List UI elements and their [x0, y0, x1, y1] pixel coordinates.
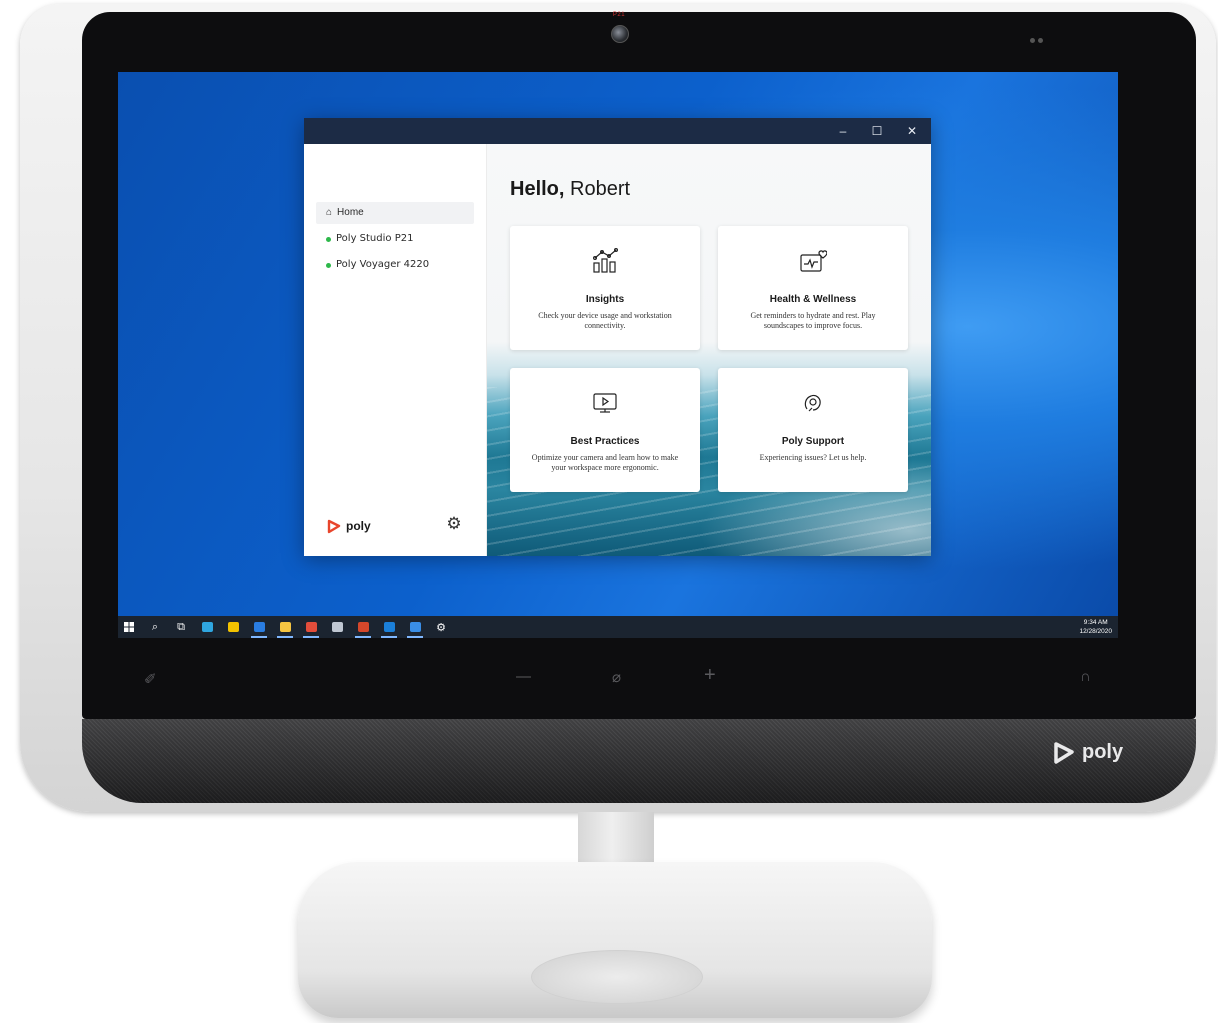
card-title: Health & Wellness [769, 294, 857, 305]
explorer-icon[interactable] [274, 616, 296, 638]
card-title: Insights [585, 294, 625, 305]
settings-icon[interactable]: ⚙ [430, 616, 452, 638]
headset-button-icon[interactable]: ∩ [1080, 668, 1091, 685]
rocket-button-icon[interactable]: ✐ [144, 670, 157, 688]
card-description: Optimize your camera and learn how to ma… [531, 453, 679, 472]
gear-icon[interactable]: ⚙ [444, 514, 464, 534]
mic-mute-button-icon[interactable]: ⌀ [612, 668, 621, 686]
camera-label: P21 [612, 12, 626, 18]
heart-monitor-icon [800, 250, 827, 272]
card-description: Experiencing issues? Let us help. [759, 453, 867, 462]
desktop-screen: – ☐ ✕ ⌂ Home Poly Studio P21 Poly Voyage… [118, 72, 1118, 638]
greeting-name: Robert [564, 178, 631, 200]
poly-logo-icon [1054, 742, 1074, 764]
windows-start-icon[interactable] [118, 616, 140, 638]
taskbar: ⌕ ⧉ ⚙ 9:34 AM 12/28/2020 [118, 616, 1118, 638]
card-best-practices[interactable]: Best Practices Optimize your camera and … [510, 368, 700, 492]
device-brand-text: poly [1082, 740, 1124, 763]
card-insights[interactable]: Insights Check your device usage and wor… [510, 226, 700, 350]
camera-icon [611, 25, 629, 43]
insights-chart-icon [592, 248, 619, 273]
search-icon[interactable]: ⌕ [144, 616, 166, 638]
app-icon[interactable] [326, 616, 348, 638]
window-titlebar[interactable]: – ☐ ✕ [304, 118, 931, 144]
support-icon [804, 394, 821, 412]
store-icon[interactable] [222, 616, 244, 638]
card-title: Best Practices [570, 436, 640, 447]
edge-icon[interactable] [196, 616, 218, 638]
sidebar-item-poly-voyager-4220[interactable]: Poly Voyager 4220 [316, 254, 474, 276]
card-title: Poly Support [781, 436, 845, 447]
stand-speaker-dome [531, 950, 703, 1004]
taskbar-clock[interactable]: 9:34 AM 12/28/2020 [1079, 618, 1112, 636]
status-online-icon [326, 262, 331, 268]
sidebar-item-label: Poly Studio P21 [336, 233, 414, 244]
close-button[interactable]: ✕ [903, 123, 921, 139]
photos-icon[interactable] [404, 616, 426, 638]
main-content: Hello, Robert Insights Check your device… [487, 144, 931, 556]
home-icon: ⌂ [326, 207, 333, 218]
speaker-grille [82, 719, 1196, 803]
card-poly-support[interactable]: Poly Support Experiencing issues? Let us… [718, 368, 908, 492]
maximize-button[interactable]: ☐ [868, 123, 886, 139]
card-description: Check your device usage and workstation … [538, 311, 672, 330]
taskbar-time: 9:34 AM [1083, 619, 1108, 626]
powerpoint-icon[interactable] [352, 616, 374, 638]
outlook-icon[interactable] [248, 616, 270, 638]
poly-logo: poly [326, 518, 371, 534]
photoshop-icon[interactable] [378, 616, 400, 638]
card-description: Get reminders to hydrate and rest. Play … [750, 311, 876, 330]
chrome-icon[interactable] [300, 616, 322, 638]
minimize-button[interactable]: – [834, 123, 852, 139]
card-health-wellness[interactable]: Health & Wellness Get reminders to hydra… [718, 226, 908, 350]
task-view-icon[interactable]: ⧉ [170, 616, 192, 638]
sidebar-item-label: Home [337, 207, 364, 218]
page-title: Hello, Robert [510, 178, 630, 201]
device-brand-logo: poly [1052, 740, 1123, 764]
sidebar-item-poly-studio-p21[interactable]: Poly Studio P21 [316, 228, 474, 250]
sidebar-item-label: Poly Voyager 4220 [336, 259, 430, 270]
poly-logo-text: poly [346, 519, 371, 533]
taskbar-date: 12/28/2020 [1079, 628, 1112, 635]
volume-down-button[interactable]: — [516, 668, 531, 685]
status-online-icon [326, 236, 331, 242]
sidebar-item-home[interactable]: ⌂ Home [316, 202, 474, 224]
greeting-bold: Hello, [510, 178, 565, 200]
sensor-lights [1030, 30, 1046, 48]
video-play-icon [593, 393, 617, 413]
poly-logo-icon [327, 519, 341, 534]
sidebar: ⌂ Home Poly Studio P21 Poly Voyager 4220… [304, 144, 487, 556]
volume-up-button[interactable]: + [704, 664, 716, 687]
poly-lens-window: – ☐ ✕ ⌂ Home Poly Studio P21 Poly Voyage… [304, 118, 931, 556]
